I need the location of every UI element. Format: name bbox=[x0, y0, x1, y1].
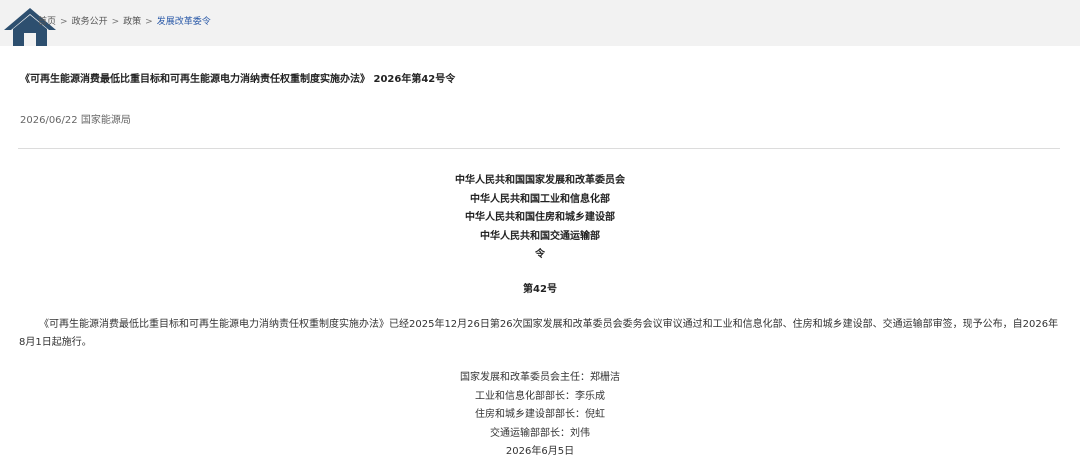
signer-ndrc: 国家发展和改革委员会主任：郑栅洁 bbox=[460, 372, 620, 383]
signer-mohurd: 住房和城乡建设部部长：倪虹 bbox=[475, 409, 605, 420]
order-label: 令 bbox=[535, 249, 545, 260]
article-title: 《可再生能源消费最低比重目标和可再生能源电力消纳责任权重制度实施办法》 2026… bbox=[20, 74, 456, 85]
issuer-mohurd: 中华人民共和国住房和城乡建设部 bbox=[465, 212, 615, 223]
issuer-mot: 中华人民共和国交通运输部 bbox=[480, 230, 600, 242]
order-number: 第42号 bbox=[523, 284, 557, 295]
breadcrumb: 首页 > 政务公开 > 政策 > 发展改革委令 bbox=[38, 16, 211, 28]
divider bbox=[18, 148, 1060, 149]
signing-date: 2026年6月5日 bbox=[505, 446, 575, 457]
breadcrumb-separator: > bbox=[111, 17, 120, 27]
signer-mot: 交通运输部部长：刘伟 bbox=[490, 427, 590, 439]
issuer-miit: 中华人民共和国工业和信息化部 bbox=[470, 193, 610, 205]
issuer-ndrc: 中华人民共和国国家发展和改革委员会 bbox=[455, 175, 625, 186]
article-date: 2026/06/22 bbox=[20, 115, 78, 126]
breadcrumb-ndrc-orders[interactable]: 发展改革委令 bbox=[157, 17, 211, 27]
breadcrumb-policy[interactable]: 政策 bbox=[123, 17, 141, 27]
breadcrumb-gov-affairs[interactable]: 政务公开 bbox=[72, 17, 108, 27]
issuing-authorities: 中华人民共和国国家发展和改革委员会 中华人民共和国工业和信息化部 中华人民共和国… bbox=[0, 172, 1080, 265]
article-meta: 2026/06/22 国家能源局 bbox=[20, 111, 131, 126]
signer-miit: 工业和信息化部部长：李乐成 bbox=[475, 390, 605, 402]
breadcrumb-separator: > bbox=[60, 17, 68, 27]
breadcrumb-separator: > bbox=[145, 17, 153, 27]
breadcrumb-bar: 首页 > 政务公开 > 政策 > 发展改革委令 bbox=[0, 0, 1080, 46]
article-source: 国家能源局 bbox=[80, 115, 131, 126]
article-body: 《可再生能源消费最低比重目标和可再生能源电力消纳责任权重制度实施办法》已经202… bbox=[19, 319, 1059, 348]
breadcrumb-home[interactable]: 首页 bbox=[38, 17, 56, 27]
signatories: 国家发展和改革委员会主任：郑栅洁 工业和信息化部部长：李乐成 住房和城乡建设部部… bbox=[0, 369, 1080, 462]
